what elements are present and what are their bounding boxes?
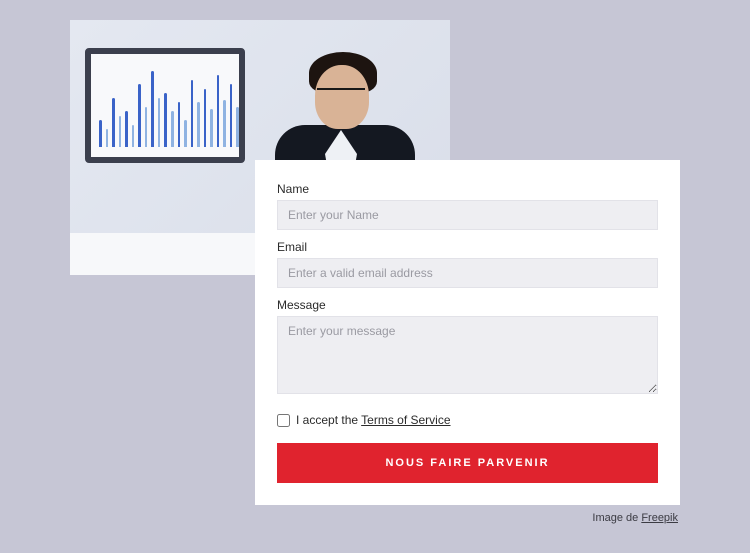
- credit-prefix: Image de: [592, 512, 641, 524]
- bar-chart: [99, 57, 239, 147]
- contact-form-card: Name Email Message I accept the Terms of…: [255, 160, 680, 505]
- terms-prefix: I accept the: [296, 413, 361, 427]
- image-credit: Image de Freepik: [592, 512, 678, 524]
- terms-row: I accept the Terms of Service: [277, 413, 658, 427]
- terms-link[interactable]: Terms of Service: [361, 413, 450, 427]
- message-label: Message: [277, 298, 658, 312]
- message-textarea[interactable]: [277, 316, 658, 394]
- terms-checkbox[interactable]: [277, 414, 290, 427]
- name-input[interactable]: [277, 200, 658, 230]
- terms-text: I accept the Terms of Service: [296, 413, 451, 427]
- submit-button[interactable]: NOUS FAIRE PARVENIR: [277, 443, 658, 483]
- name-label: Name: [277, 182, 658, 196]
- email-label: Email: [277, 240, 658, 254]
- monitor: [85, 48, 245, 163]
- credit-link[interactable]: Freepik: [641, 512, 678, 524]
- email-input[interactable]: [277, 258, 658, 288]
